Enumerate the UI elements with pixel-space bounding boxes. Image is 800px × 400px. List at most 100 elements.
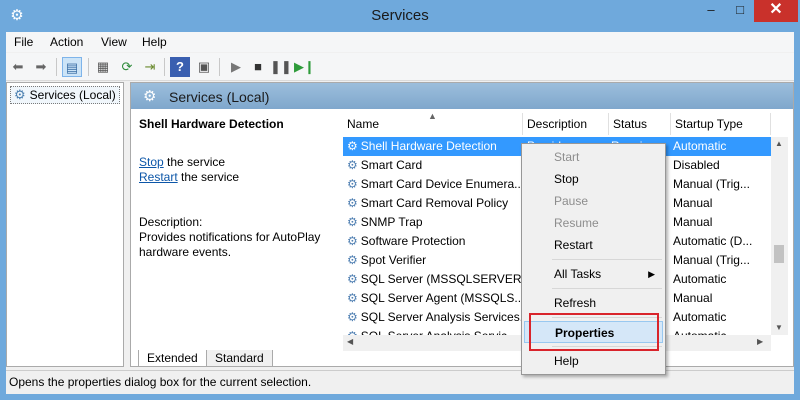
context-menu-restart[interactable]: Restart bbox=[524, 234, 663, 256]
restart-service-icon[interactable]: ▶❙ bbox=[294, 57, 315, 77]
service-gear-icon: ⚙ bbox=[347, 196, 358, 210]
service-gear-icon: ⚙ bbox=[347, 310, 358, 324]
view-tabs: Extended Standard bbox=[130, 348, 794, 368]
cell-startup: Automatic bbox=[673, 310, 727, 324]
service-name: Smart Card bbox=[360, 158, 423, 172]
cell-name: ⚙ Smart Card Device Enumera... bbox=[347, 177, 523, 191]
service-gear-icon: ⚙ bbox=[347, 158, 358, 172]
submenu-arrow-icon: ▶ bbox=[648, 269, 655, 279]
service-gear-icon: ⚙ bbox=[347, 215, 358, 229]
tab-extended[interactable]: Extended bbox=[138, 350, 207, 367]
service-gear-icon: ⚙ bbox=[347, 272, 358, 286]
stop-service-icon[interactable]: ■ bbox=[248, 57, 268, 77]
console-tree: ⚙ Services (Local) bbox=[6, 82, 124, 367]
cell-name: ⚙ SQL Server Agent (MSSQLS... bbox=[347, 291, 523, 305]
service-name: SQL Server (MSSQLSERVER) bbox=[360, 272, 523, 286]
back-arrow-icon[interactable]: ⬅ bbox=[8, 57, 28, 77]
close-button[interactable]: ✕ bbox=[754, 0, 798, 22]
cell-startup: Automatic bbox=[673, 139, 727, 153]
service-description: Description: Provides notifications for … bbox=[139, 215, 335, 260]
start-service-icon[interactable]: ▶ bbox=[226, 57, 246, 77]
cell-name: ⚙ Smart Card bbox=[347, 158, 523, 172]
context-menu-separator bbox=[552, 288, 662, 289]
services-gear-icon: ⚙ bbox=[14, 87, 26, 102]
service-name: Smart Card Removal Policy bbox=[360, 196, 509, 210]
refresh-icon[interactable]: ⟳ bbox=[117, 57, 137, 77]
cell-startup: Manual bbox=[673, 291, 713, 305]
scroll-right-icon[interactable]: ▶ bbox=[757, 337, 763, 346]
title-bar: ⚙ Services – □ ✕ bbox=[0, 0, 800, 32]
cell-name: ⚙ SQL Server (MSSQLSERVER) bbox=[347, 272, 523, 286]
column-header-name[interactable]: Name ▲ bbox=[343, 113, 523, 135]
service-name: Shell Hardware Detection bbox=[360, 139, 497, 153]
scroll-up-icon[interactable]: ▲ bbox=[775, 139, 783, 148]
menu-action[interactable]: Action bbox=[50, 35, 83, 49]
stop-service-link[interactable]: Stop bbox=[139, 155, 164, 169]
description-text: Provides notifications for AutoPlay hard… bbox=[139, 230, 321, 259]
menu-file[interactable]: File bbox=[14, 35, 33, 49]
sort-ascending-icon: ▲ bbox=[428, 113, 437, 121]
column-header-description[interactable]: Description bbox=[523, 113, 609, 135]
context-menu-all-tasks[interactable]: All Tasks ▶ bbox=[524, 263, 663, 285]
forward-arrow-icon[interactable]: ➡ bbox=[31, 57, 51, 77]
properties-sheet-icon[interactable]: ▦ bbox=[93, 57, 113, 77]
service-gear-icon: ⚙ bbox=[347, 234, 358, 248]
toolbar-separator bbox=[56, 58, 57, 76]
toolbar-separator bbox=[219, 58, 220, 76]
menu-view[interactable]: View bbox=[101, 35, 127, 49]
column-header-status[interactable]: Status bbox=[609, 113, 671, 135]
cell-startup: Manual (Trig... bbox=[673, 177, 750, 191]
toolbar-separator bbox=[88, 58, 89, 76]
toolbar: ⬅ ➡ ▤ ▦ ⟳ ⇥ ? ▣ ▶ ■ ❚❚ ▶❙ bbox=[6, 53, 794, 81]
tree-item-services-local[interactable]: ⚙ Services (Local) bbox=[10, 86, 120, 104]
help-icon[interactable]: ? bbox=[170, 57, 190, 77]
cell-name: ⚙ Software Protection bbox=[347, 234, 523, 248]
status-text: Opens the properties dialog box for the … bbox=[9, 375, 312, 389]
context-menu-pause[interactable]: Pause bbox=[524, 190, 663, 212]
context-menu-resume[interactable]: Resume bbox=[524, 212, 663, 234]
cell-name: ⚙ SQL Server Analysis Services... bbox=[347, 310, 523, 324]
cell-startup: Automatic bbox=[673, 272, 727, 286]
selected-service-title: Shell Hardware Detection bbox=[139, 117, 284, 131]
maximize-button[interactable]: □ bbox=[726, 0, 754, 22]
service-name: Spot Verifier bbox=[360, 253, 427, 267]
menu-help[interactable]: Help bbox=[142, 35, 167, 49]
window-frame: File Action View Help ⬅ ➡ ▤ ▦ ⟳ ⇥ ? ▣ ▶ … bbox=[6, 32, 794, 394]
service-name: SNMP Trap bbox=[360, 215, 423, 229]
tab-standard[interactable]: Standard bbox=[206, 350, 273, 367]
cell-startup: Automatic (D... bbox=[673, 234, 753, 248]
toolbar-separator bbox=[164, 58, 165, 76]
service-gear-icon: ⚙ bbox=[347, 177, 358, 191]
action-pane-icon[interactable]: ▣ bbox=[194, 57, 214, 77]
cell-startup: Disabled bbox=[673, 158, 720, 172]
pause-service-icon[interactable]: ❚❚ bbox=[270, 57, 292, 77]
show-console-tree-icon[interactable]: ▤ bbox=[62, 57, 82, 77]
export-list-icon[interactable]: ⇥ bbox=[140, 57, 160, 77]
scrollbar-thumb[interactable] bbox=[774, 245, 784, 263]
context-menu-start[interactable]: Start bbox=[524, 146, 663, 168]
vertical-scrollbar[interactable]: ▲ ▼ bbox=[771, 137, 788, 335]
description-label: Description: bbox=[139, 215, 203, 229]
cell-startup: Manual bbox=[673, 196, 713, 210]
service-name: Software Protection bbox=[360, 234, 466, 248]
main-pane: ⚙ Services (Local) Shell Hardware Detect… bbox=[130, 82, 794, 367]
scroll-left-icon[interactable]: ◀ bbox=[347, 337, 353, 346]
cell-startup: Manual (Trig... bbox=[673, 253, 750, 267]
restart-service-link[interactable]: Restart bbox=[139, 170, 178, 184]
services-gear-icon: ⚙ bbox=[143, 88, 157, 105]
scroll-down-icon[interactable]: ▼ bbox=[775, 323, 783, 332]
context-menu-refresh[interactable]: Refresh bbox=[524, 292, 663, 314]
tree-item-label: Services (Local) bbox=[29, 88, 116, 102]
cell-name: ⚙ Spot Verifier bbox=[347, 253, 523, 267]
context-menu-separator bbox=[552, 259, 662, 260]
context-menu-stop[interactable]: Stop bbox=[524, 168, 663, 190]
context-menu-help[interactable]: Help bbox=[524, 350, 663, 372]
context-menu-all-tasks-label: All Tasks bbox=[554, 267, 602, 281]
column-header-startup-type[interactable]: Startup Type bbox=[671, 113, 771, 135]
service-name: Smart Card Device Enumera... bbox=[360, 177, 523, 191]
menu-bar: File Action View Help bbox=[6, 32, 794, 52]
stop-link-text: the service bbox=[163, 155, 226, 169]
minimize-button[interactable]: – bbox=[696, 0, 726, 22]
column-header-label: Name bbox=[347, 117, 380, 131]
description-pane: Shell Hardware Detection Stop the servic… bbox=[139, 117, 335, 317]
